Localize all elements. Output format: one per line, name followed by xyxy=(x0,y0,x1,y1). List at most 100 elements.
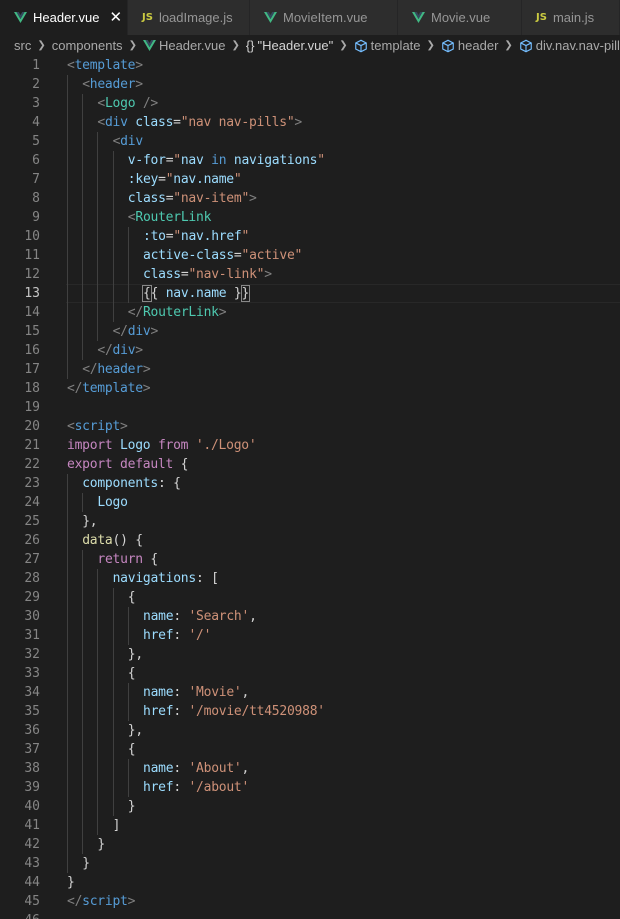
line-code: { xyxy=(128,664,136,683)
indent-guide xyxy=(82,265,84,284)
line-number: 33 xyxy=(24,666,40,681)
code-line: 28 navigations: [ xyxy=(0,569,620,588)
indent-guide xyxy=(82,189,84,208)
code-editor[interactable]: 1 <template> 2 <header> 3 <Logo /> 4 <div class… xyxy=(0,56,620,919)
indent-guide xyxy=(67,493,68,512)
indent-guide xyxy=(82,721,84,740)
indent-guide xyxy=(67,189,68,208)
code-token: header xyxy=(89,77,136,92)
line-code: <script> xyxy=(67,417,128,436)
code-token: name xyxy=(143,609,174,624)
code-token: { xyxy=(127,666,136,681)
code-token: </ xyxy=(127,305,143,320)
line-code: :key="nav.name" xyxy=(128,170,242,189)
breadcrumb-label: components xyxy=(51,38,123,53)
breadcrumb-item[interactable]: header xyxy=(441,38,498,53)
indent-guide xyxy=(67,626,68,645)
breadcrumb-item[interactable]: {} "Header.vue" xyxy=(246,38,333,53)
code-token: /> xyxy=(142,96,159,111)
line-code: { xyxy=(128,740,136,759)
indent-guide xyxy=(127,607,129,626)
code-token: div xyxy=(120,134,143,149)
indent-guide xyxy=(97,151,99,170)
line-number: 43 xyxy=(24,856,40,871)
code-token: active-class xyxy=(143,248,234,263)
line-code: </header> xyxy=(82,360,150,379)
line-code: :to="nav.href" xyxy=(143,227,249,246)
code-token: } xyxy=(82,856,90,871)
line-code: href: '/' xyxy=(143,626,211,645)
tab-movie-vue[interactable]: Movie.vue xyxy=(398,0,522,35)
breadcrumb-item[interactable]: Header.vue xyxy=(142,38,225,53)
indent-guide xyxy=(67,284,68,303)
code-token: data xyxy=(82,533,113,548)
vue-icon xyxy=(412,12,425,23)
code-token: '/' xyxy=(188,628,212,643)
code-token: </ xyxy=(67,381,83,396)
code-token: return xyxy=(97,552,143,567)
close-icon[interactable]: ✕ xyxy=(110,10,123,25)
code-line: 3 <Logo /> xyxy=(0,94,620,113)
indent-guide xyxy=(82,113,84,132)
code-token: script xyxy=(74,419,121,434)
code-token: { xyxy=(127,742,136,757)
indent-guide xyxy=(97,284,99,303)
code-token: '/movie/tt4520988' xyxy=(188,704,325,719)
code-line: 20 <script> xyxy=(0,417,620,436)
breadcrumb-item[interactable]: template xyxy=(354,38,421,53)
line-code: Logo xyxy=(97,493,128,512)
line-number: 42 xyxy=(24,837,40,852)
line-code: ] xyxy=(113,816,121,835)
code-token: { xyxy=(127,590,136,605)
editor-tab-bar: Header.vue ✕ JS loadImage.js MovieItem.vue Mo… xyxy=(0,0,620,35)
breadcrumb-item[interactable]: components xyxy=(52,38,123,53)
code-token: :key xyxy=(127,172,159,187)
line-number: 4 xyxy=(32,115,40,130)
tab-label: loadImage.js xyxy=(158,10,233,25)
indent-guide xyxy=(112,702,114,721)
code-token: export xyxy=(67,457,113,472)
tab-main-js[interactable]: JS main.js xyxy=(522,0,620,35)
line-number: 38 xyxy=(24,761,40,776)
code-token: < xyxy=(97,115,105,130)
code-token: " xyxy=(173,229,181,244)
code-line: 23 components: { xyxy=(0,474,620,493)
breadcrumb-item[interactable]: src xyxy=(14,38,31,53)
indent-guide xyxy=(112,740,114,759)
tab-label: main.js xyxy=(552,10,595,25)
indent-guide xyxy=(112,683,114,702)
code-line: 37 { xyxy=(0,740,620,759)
breadcrumb-item[interactable]: div.nav.nav-pills xyxy=(519,38,620,53)
tab-header-vue[interactable]: Header.vue ✕ xyxy=(0,0,128,35)
code-line: 8 class="nav-item"> xyxy=(0,189,620,208)
code-token: , xyxy=(241,761,250,776)
indent-guide xyxy=(97,683,99,702)
code-line: 6 v-for="nav in navigations" xyxy=(0,151,620,170)
line-number: 15 xyxy=(24,324,40,339)
code-line: 4 <div class="nav nav-pills"> xyxy=(0,113,620,132)
code-token: > xyxy=(264,267,272,282)
tab-label: Header.vue xyxy=(33,10,100,25)
line-number: 12 xyxy=(24,267,40,282)
indent-guide xyxy=(82,94,84,113)
indent-guide xyxy=(97,816,99,835)
indent-guide xyxy=(67,797,68,816)
indent-guide xyxy=(82,797,84,816)
line-code: {{ nav.name }} xyxy=(142,284,251,303)
line-number: 29 xyxy=(24,590,40,605)
code-line: 43} xyxy=(0,854,620,873)
indent-guide xyxy=(112,246,114,265)
js-icon: JS xyxy=(536,12,547,23)
code-token: : xyxy=(173,761,189,776)
indent-guide xyxy=(82,170,84,189)
tab-loadimage-js[interactable]: JS loadImage.js xyxy=(128,0,250,35)
code-line: 36}, xyxy=(0,721,620,740)
code-token: < xyxy=(97,96,105,111)
indent-guide xyxy=(127,227,129,246)
tab-movieitem-vue[interactable]: MovieItem.vue xyxy=(250,0,398,35)
line-number: 46 xyxy=(0,911,40,919)
indent-guide xyxy=(82,208,84,227)
